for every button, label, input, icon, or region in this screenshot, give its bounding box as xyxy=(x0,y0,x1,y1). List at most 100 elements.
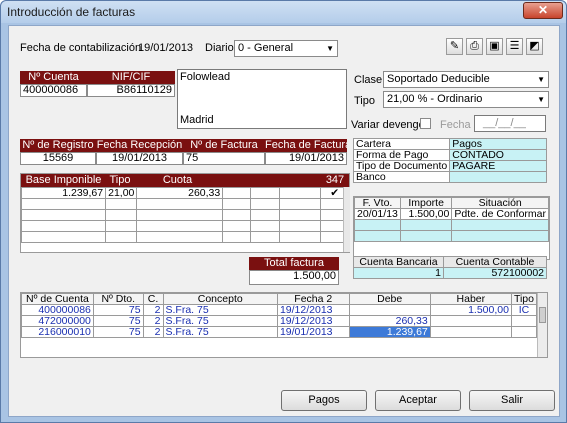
apunte-haber[interactable]: 1.500,00 xyxy=(429,304,512,316)
iva-cuota[interactable]: 260,33 xyxy=(136,187,224,199)
apunte-fecha[interactable]: 19/12/2013 xyxy=(276,304,350,316)
iva-col6[interactable] xyxy=(279,187,322,199)
fecha-factura-input[interactable]: 19/01/2013 xyxy=(265,152,347,165)
apunte-c[interactable]: 2 xyxy=(142,304,164,316)
clase-label: Clase xyxy=(354,74,383,86)
iva-header-base: Base Imponible xyxy=(21,174,106,187)
apuntes-header-dto: Nº Dto. xyxy=(92,293,144,305)
cuenta-contable-header: Cuenta Contable xyxy=(443,256,547,268)
iva-grid[interactable]: Base Imponible Tipo Cuota 347 1.239,67 2… xyxy=(20,173,350,253)
apunte-c[interactable]: 2 xyxy=(142,326,164,338)
vto-row-empty[interactable] xyxy=(354,230,549,242)
iva-row-empty[interactable] xyxy=(20,198,349,210)
iva-header-col5 xyxy=(249,174,279,187)
apuntes-header-concepto: Concepto xyxy=(162,293,278,305)
apunte-dto[interactable]: 75 xyxy=(92,315,144,327)
devengo-fecha-input[interactable]: __/__/__ xyxy=(474,115,546,132)
apuntes-grid[interactable]: Nº de Cuenta Nº Dto. C. Concepto Fecha 2… xyxy=(20,292,548,358)
apunte-concepto[interactable]: S.Fra. 75 xyxy=(162,326,278,338)
iva-row-empty[interactable] xyxy=(20,231,349,243)
edit-icon[interactable]: ✎ xyxy=(446,38,463,55)
apunte-cuenta[interactable]: 216000010 xyxy=(21,326,94,338)
apunte-debe[interactable]: 260,33 xyxy=(348,315,431,327)
registro-numero-input[interactable]: 15569 xyxy=(20,152,96,165)
devengo-fecha-label: Fecha xyxy=(440,119,471,131)
cartera-row: Cartera Pagos xyxy=(352,138,547,150)
banco-value[interactable] xyxy=(449,171,547,183)
apuntes-scrollbar-thumb[interactable] xyxy=(539,307,546,323)
vencimientos-grid[interactable]: F. Vto. Importe Situación 20/01/13 1.500… xyxy=(353,196,550,260)
banco-key: Banco xyxy=(352,171,451,183)
chevron-down-icon: ▼ xyxy=(537,95,545,104)
iva-col4[interactable] xyxy=(222,187,251,199)
apunte-c[interactable]: 2 xyxy=(142,315,164,327)
apunte-tipo[interactable] xyxy=(510,326,538,338)
apunte-fecha[interactable]: 19/12/2013 xyxy=(276,315,350,327)
print-icon[interactable]: ⎙ xyxy=(466,38,483,55)
apunte-concepto[interactable]: S.Fra. 75 xyxy=(162,304,278,316)
apunte-row[interactable]: 216000010 75 2 S.Fra. 75 19/01/2013 1.23… xyxy=(21,326,538,338)
salir-button[interactable]: Salir xyxy=(469,390,555,411)
apunte-debe-selected[interactable]: 1.239,67 xyxy=(348,326,431,338)
apunte-cuenta[interactable]: 472000000 xyxy=(21,315,94,327)
apunte-tipo[interactable] xyxy=(510,315,538,327)
address-city: Madrid xyxy=(180,114,214,126)
iva-tipo[interactable]: 21,00 xyxy=(105,187,138,199)
apuntes-scrollbar[interactable] xyxy=(537,293,547,357)
fecha-recepcion-input[interactable]: 19/01/2013 xyxy=(96,152,183,165)
apunte-concepto[interactable]: S.Fra. 75 xyxy=(162,315,278,327)
registro-header-fecha-recepcion: Fecha Recepción xyxy=(96,139,183,152)
apunte-row[interactable]: 472000000 75 2 S.Fra. 75 19/12/2013 260,… xyxy=(21,315,538,327)
iva-row-empty[interactable] xyxy=(20,209,349,221)
title-bar: Introducción de facturas ✕ xyxy=(1,1,566,23)
apunte-row[interactable]: 400000086 75 2 S.Fra. 75 19/12/2013 1.50… xyxy=(21,304,538,316)
address-box[interactable]: Folowlead Madrid xyxy=(177,69,347,129)
apunte-fecha[interactable]: 19/01/2013 xyxy=(276,326,350,338)
preview-icon[interactable]: ◩ xyxy=(526,38,543,55)
apuntes-header-haber: Haber xyxy=(429,293,512,305)
fecha-contabilizacion-value[interactable]: 19/01/2013 xyxy=(138,42,193,54)
aceptar-button[interactable]: Aceptar xyxy=(375,390,461,411)
vto-fecha[interactable]: 20/01/13 xyxy=(354,208,401,220)
apunte-haber[interactable] xyxy=(429,315,512,327)
diario-select[interactable]: 0 - General ▼ xyxy=(234,40,338,57)
cuenta-input[interactable]: 400000086 xyxy=(20,84,87,97)
vto-importe[interactable]: 1.500,00 xyxy=(399,208,453,220)
iva-header-347: 347 xyxy=(321,174,349,187)
tipo-documento-value[interactable]: PAGARE xyxy=(449,160,547,172)
forma-pago-key: Forma de Pago xyxy=(352,149,451,161)
tipo-select[interactable]: 21,00 % - Ordinario ▼ xyxy=(383,91,549,108)
card-icon[interactable]: ☰ xyxy=(506,38,523,55)
clase-select[interactable]: Soportado Deducible ▼ xyxy=(383,71,549,88)
apunte-debe[interactable] xyxy=(348,304,431,316)
variar-devengo-checkbox[interactable] xyxy=(420,118,431,129)
vto-situacion[interactable]: Pdte. de Conformar xyxy=(451,208,549,220)
cuenta-bancaria-value[interactable]: 1 xyxy=(353,267,444,279)
iva-row[interactable]: 1.239,67 21,00 260,33 ✔ xyxy=(20,187,349,199)
nif-input[interactable]: B86110129 xyxy=(87,84,175,97)
cuenta-contable-value[interactable]: 572100002 xyxy=(443,267,547,279)
box-icon[interactable]: ▣ xyxy=(486,38,503,55)
iva-header-tipo: Tipo xyxy=(106,174,134,187)
cuenta-header: Nº Cuenta xyxy=(20,71,87,84)
apunte-haber[interactable] xyxy=(429,326,512,338)
close-button[interactable]: ✕ xyxy=(523,2,563,19)
iva-col5[interactable] xyxy=(249,187,281,199)
apunte-tipo[interactable]: IC xyxy=(510,304,538,316)
apunte-cuenta[interactable]: 400000086 xyxy=(21,304,94,316)
apunte-dto[interactable]: 75 xyxy=(92,304,144,316)
numero-factura-input[interactable]: 75 xyxy=(183,152,265,165)
vto-row[interactable]: 20/01/13 1.500,00 Pdte. de Conformar xyxy=(354,208,549,220)
iva-row-empty[interactable] xyxy=(20,220,349,232)
vto-header-fecha: F. Vto. xyxy=(354,197,401,209)
tipo-label: Tipo xyxy=(354,95,375,107)
pagos-button[interactable]: Pagos xyxy=(281,390,367,411)
iva-base[interactable]: 1.239,67 xyxy=(20,187,107,199)
iva-scrollbar[interactable] xyxy=(343,187,350,252)
window: Introducción de facturas ✕ Fecha de cont… xyxy=(0,0,567,423)
cartera-value[interactable]: Pagos xyxy=(449,138,547,150)
chevron-down-icon: ▼ xyxy=(326,44,334,53)
vto-row-empty[interactable] xyxy=(354,219,549,231)
apunte-dto[interactable]: 75 xyxy=(92,326,144,338)
forma-pago-value[interactable]: CONTADO xyxy=(449,149,547,161)
